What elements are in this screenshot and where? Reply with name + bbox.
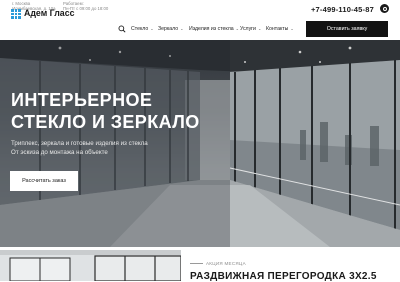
nav-item-products-label: Изделия из стекла <box>189 26 234 32</box>
nav-item-services-label: Услуги <box>240 26 256 32</box>
hero-subtitle-line1: Триплекс, зеркала и готовые изделия из с… <box>11 140 148 147</box>
hero-subtitle: Триплекс, зеркала и готовые изделия из с… <box>11 139 148 157</box>
chevron-down-icon: ⌄ <box>235 26 240 32</box>
logo-name[interactable]: Адем Гласс <box>24 8 74 18</box>
chevron-down-icon: ⌄ <box>290 26 294 32</box>
nav-item-mirror-label: Зеркало <box>158 26 179 32</box>
nav-item-contacts[interactable]: Контакты ⌄ <box>266 26 294 32</box>
nav-item-mirror[interactable]: Зеркало ⌄ <box>158 26 184 32</box>
nav-item-glass-label: Стекло <box>131 26 149 32</box>
chevron-down-icon: ⌄ <box>257 26 262 32</box>
chevron-down-icon: ⌄ <box>180 26 184 32</box>
promo-image <box>0 250 181 281</box>
nav-item-glass[interactable]: Стекло ⌄ <box>131 26 154 32</box>
calculate-order-button[interactable]: Рассчитать заказ <box>10 171 78 191</box>
hero-title: ИНТЕРЬЕРНОЕ СТЕКЛО И ЗЕРКАЛО <box>11 89 200 133</box>
search-icon[interactable] <box>118 25 126 33</box>
hero-title-line1: ИНТЕРЬЕРНОЕ <box>11 90 153 110</box>
nav-item-products[interactable]: Изделия из стекла ⌄ <box>189 26 239 32</box>
logo-icon[interactable] <box>11 9 21 19</box>
nav-item-contacts-label: Контакты <box>266 26 289 32</box>
hero-subtitle-line2: От эскиза до монтажа на объекте <box>11 149 108 156</box>
hero-title-line2: СТЕКЛО И ЗЕРКАЛО <box>11 112 200 132</box>
whatsapp-icon[interactable] <box>380 4 389 13</box>
promo-photo <box>0 250 181 281</box>
promo-title: РАЗДВИЖНАЯ ПЕРЕГОРОДКА 3Х2.5 <box>190 271 377 282</box>
promo-label: АКЦИЯ МЕСЯЦА <box>206 261 246 266</box>
nav-item-services[interactable]: Услуги ⌄ <box>240 26 261 32</box>
promo-label-divider <box>190 263 203 264</box>
chevron-down-icon: ⌄ <box>150 26 154 32</box>
phone-link[interactable]: +7-499-110-45-87 <box>311 5 374 14</box>
leave-request-button[interactable]: Оставить заявку <box>306 21 388 37</box>
